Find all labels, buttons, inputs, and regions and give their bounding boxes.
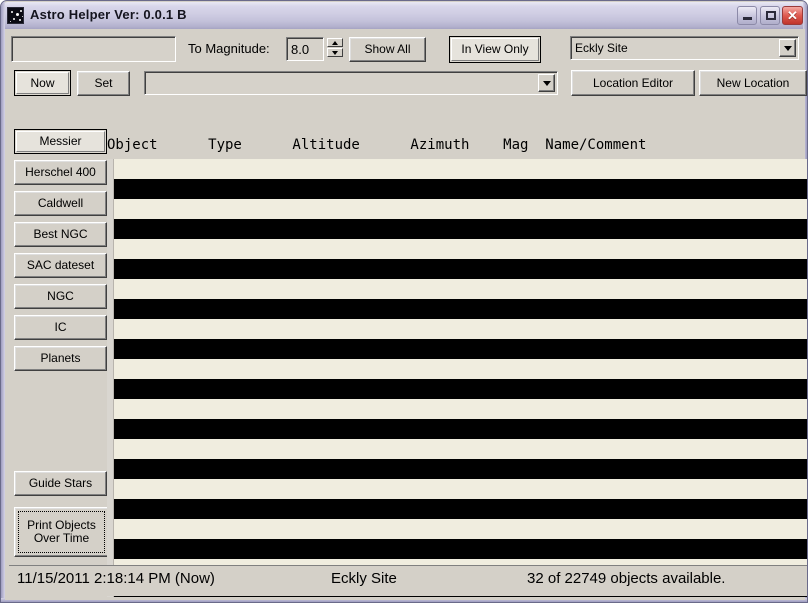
in-view-only-button[interactable]: In View Only	[449, 36, 541, 63]
list-rows-container	[114, 159, 807, 597]
sidebar-item-herschel-400[interactable]: Herschel 400	[14, 160, 107, 185]
time-select-arrow-button[interactable]	[538, 74, 555, 92]
magnitude-label: To Magnitude:	[188, 41, 270, 56]
table-row[interactable]	[114, 219, 807, 239]
set-button[interactable]: Set	[77, 71, 130, 96]
location-editor-button[interactable]: Location Editor	[571, 70, 695, 96]
table-row[interactable]	[114, 239, 807, 259]
table-row[interactable]	[114, 499, 807, 519]
print-objects-over-time-button[interactable]: Print Objects Over Time	[14, 507, 109, 557]
now-label: Now	[30, 75, 55, 90]
table-row[interactable]	[114, 479, 807, 499]
new-location-button[interactable]: New Location	[699, 70, 807, 96]
application-window: Astro Helper Ver: 0.0.1 B ✕ To Magnitude…	[0, 0, 808, 603]
sidebar-item-label: IC	[54, 320, 67, 334]
sidebar-item-messier[interactable]: Messier	[14, 129, 107, 154]
status-count: 32 of 22749 objects available.	[527, 570, 726, 587]
sidebar-item-label: Caldwell	[37, 196, 84, 210]
table-row[interactable]	[114, 319, 807, 339]
starfield-icon	[7, 7, 24, 24]
minimize-button[interactable]	[737, 6, 757, 25]
set-label: Set	[94, 76, 113, 90]
magnitude-value: 8.0	[291, 42, 310, 57]
sidebar-item-label: NGC	[47, 289, 74, 303]
table-row[interactable]	[114, 399, 807, 419]
table-row[interactable]	[114, 199, 807, 219]
table-row[interactable]	[114, 179, 807, 199]
magnitude-input[interactable]: 8.0	[286, 37, 324, 61]
chevron-up-icon	[332, 40, 338, 45]
site-select[interactable]: Eckly Site	[570, 36, 799, 60]
table-row[interactable]	[114, 259, 807, 279]
sidebar-item-ngc[interactable]: NGC	[14, 284, 107, 309]
title-bar[interactable]: Astro Helper Ver: 0.0.1 B ✕	[2, 2, 807, 29]
location-editor-label: Location Editor	[592, 75, 674, 90]
table-row[interactable]	[114, 359, 807, 379]
chevron-down-icon	[542, 80, 551, 86]
list-gutter	[107, 159, 114, 597]
sidebar-item-best-ngc[interactable]: Best NGC	[14, 222, 107, 247]
maximize-button[interactable]	[760, 6, 780, 25]
status-bar: 11/15/2011 2:18:14 PM (Now) Eckly Site 3…	[9, 565, 807, 596]
show-all-label: Show All	[364, 42, 411, 56]
sidebar-item-planets[interactable]: Planets	[14, 346, 107, 371]
now-button[interactable]: Now	[14, 70, 71, 96]
table-row[interactable]	[114, 419, 807, 439]
time-select[interactable]	[144, 71, 558, 95]
sidebar-item-label: Planets	[40, 351, 81, 365]
list-column-headers: Object Type Altitude Azimuth Mag Name/Co…	[107, 137, 647, 153]
sidebar-item-sac-dateset[interactable]: SAC dateset	[14, 253, 107, 278]
table-row[interactable]	[114, 299, 807, 319]
site-select-value: Eckly Site	[575, 41, 628, 55]
show-all-button[interactable]: Show All	[349, 37, 426, 62]
print-objects-label-line2: Over Time	[33, 531, 90, 545]
sidebar-item-caldwell[interactable]: Caldwell	[14, 191, 107, 216]
magnitude-spinner[interactable]	[325, 37, 345, 61]
table-row[interactable]	[114, 379, 807, 399]
status-site: Eckly Site	[331, 570, 397, 587]
guide-stars-button[interactable]: Guide Stars	[14, 471, 107, 496]
status-datetime: 11/15/2011 2:18:14 PM (Now)	[17, 570, 215, 587]
table-row[interactable]	[114, 339, 807, 359]
sidebar-item-label: Messier	[39, 134, 82, 148]
table-row[interactable]	[114, 279, 807, 299]
table-row[interactable]	[114, 539, 807, 559]
table-row[interactable]	[114, 459, 807, 479]
client-area: To Magnitude: 8.0 Show All In View Only …	[5, 29, 807, 600]
spinner-up-button[interactable]	[327, 38, 343, 47]
close-icon: ✕	[787, 8, 798, 23]
new-location-label: New Location	[716, 75, 790, 90]
table-row[interactable]	[114, 159, 807, 179]
table-row[interactable]	[114, 519, 807, 539]
window-title: Astro Helper Ver: 0.0.1 B	[30, 7, 187, 22]
in-view-only-label: In View Only	[461, 42, 529, 56]
sidebar-item-label: SAC dateset	[26, 258, 95, 272]
maximize-icon	[766, 11, 776, 20]
chevron-down-icon	[783, 45, 792, 51]
site-select-arrow-button[interactable]	[779, 39, 796, 57]
table-row[interactable]	[114, 439, 807, 459]
close-button[interactable]: ✕	[782, 6, 803, 25]
minimize-icon	[743, 17, 752, 20]
object-list[interactable]	[107, 159, 807, 597]
chevron-down-icon	[332, 50, 338, 55]
spinner-down-button[interactable]	[327, 48, 343, 57]
sidebar-item-label: Best NGC	[33, 227, 88, 241]
info-field[interactable]	[11, 36, 176, 62]
sidebar-item-ic[interactable]: IC	[14, 315, 107, 340]
guide-stars-label: Guide Stars	[28, 476, 93, 490]
sidebar-item-label: Herschel 400	[25, 165, 96, 179]
